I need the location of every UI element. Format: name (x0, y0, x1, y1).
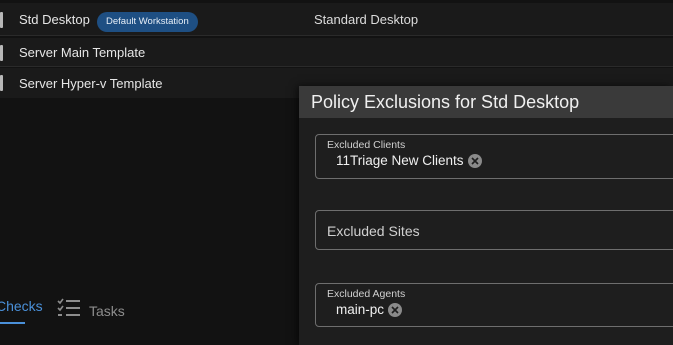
excluded-clients-field[interactable]: Excluded Clients 11Triage New Clients (315, 134, 673, 179)
policy-row[interactable]: Server Main Template (0, 38, 673, 67)
tab-tasks-label: Tasks (89, 302, 125, 319)
agent-chip: main-pc (336, 302, 403, 317)
policy-row[interactable]: Std Desktop Default Workstation Standard… (0, 3, 673, 36)
row-handle (0, 45, 3, 61)
policy-name: Server Main Template (19, 44, 146, 60)
row-handle (0, 75, 3, 91)
policy-exclusions-dialog: Policy Exclusions for Std Desktop Exclud… (299, 86, 673, 345)
policy-description: Standard Desktop (314, 11, 419, 27)
remove-chip-icon[interactable] (388, 302, 403, 317)
default-badge: Default Workstation (97, 12, 198, 32)
tab-checks[interactable]: Checks (0, 298, 43, 314)
row-handle (0, 12, 3, 28)
excluded-clients-label: Excluded Clients (327, 139, 406, 151)
excluded-sites-field[interactable]: Excluded Sites (315, 210, 673, 250)
client-chip-label: 11Triage New Clients (336, 153, 464, 168)
tab-active-indicator (0, 322, 25, 324)
excluded-agents-field[interactable]: Excluded Agents main-pc (315, 283, 673, 327)
dialog-title: Policy Exclusions for Std Desktop (299, 86, 673, 118)
agent-chip-label: main-pc (336, 302, 385, 317)
remove-chip-icon[interactable] (467, 153, 482, 168)
excluded-sites-placeholder: Excluded Sites (327, 223, 420, 239)
tab-tasks[interactable]: Tasks (57, 298, 125, 323)
policy-name: Std Desktop (19, 11, 90, 27)
client-chip: 11Triage New Clients (336, 153, 482, 168)
policy-name: Server Hyper-v Template (19, 75, 163, 91)
tasks-icon (57, 298, 81, 323)
excluded-agents-label: Excluded Agents (327, 288, 406, 300)
